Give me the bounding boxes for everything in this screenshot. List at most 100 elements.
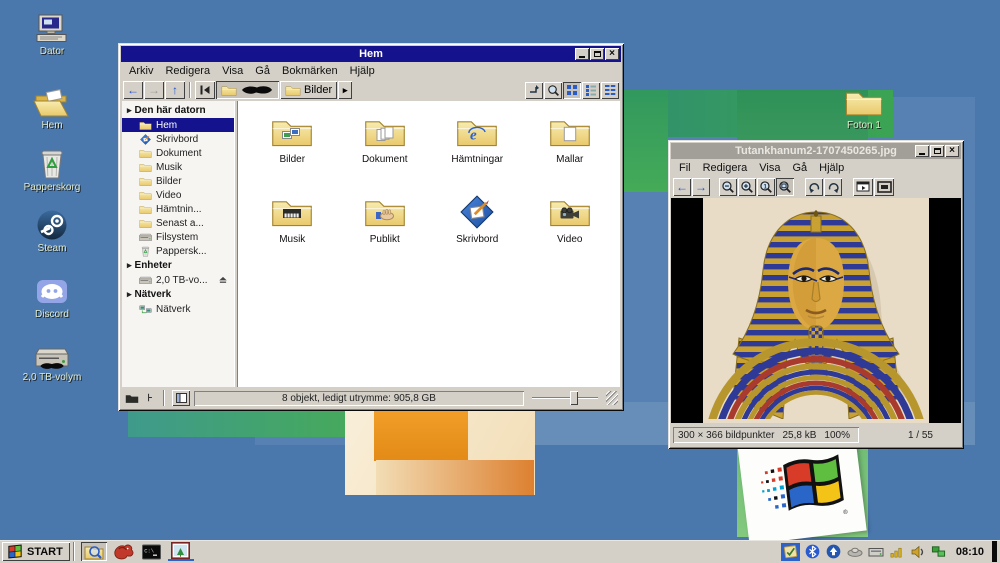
start-button[interactable]: START — [2, 542, 70, 561]
fullscreen-button[interactable] — [874, 178, 894, 196]
taskbar: START 08:10 — [0, 540, 1000, 563]
sidebar-item-filsystem[interactable]: Filsystem — [122, 230, 234, 244]
zoom-fit-button[interactable] — [776, 178, 794, 196]
sidebar-section-enheter[interactable]: ▸ Enheter — [122, 258, 234, 273]
close-button[interactable]: × — [945, 145, 959, 157]
tray-network[interactable] — [931, 544, 947, 560]
sidebar-item-musik[interactable]: Musik — [122, 160, 234, 174]
file-hamtningar[interactable]: e Hämtningar — [431, 113, 524, 193]
desktop-icon-steam[interactable]: Steam — [14, 207, 90, 254]
sidebar-section-natverk[interactable]: ▸ Nätverk — [122, 287, 234, 302]
taskbar-clock[interactable]: 08:10 — [956, 546, 984, 558]
desktop-icon-foton[interactable]: Foton 1 — [826, 84, 902, 131]
compact-view-button[interactable] — [601, 81, 619, 99]
desktop-icon-discord[interactable]: Discord — [14, 273, 90, 320]
slider-handle[interactable] — [570, 391, 578, 405]
menu-fil[interactable]: Fil — [674, 162, 696, 174]
tray-app[interactable] — [847, 544, 863, 560]
file-bilder[interactable]: Bilder — [246, 113, 339, 193]
sidebar-item-volym[interactable]: 2,0 TB-vo... — [122, 273, 234, 287]
rotate-right-button[interactable] — [824, 178, 842, 196]
next-image-button[interactable]: → — [692, 178, 710, 196]
sidebar-item-label: Pappersk... — [156, 245, 207, 257]
minimize-button[interactable] — [915, 145, 929, 157]
slideshow-button[interactable] — [853, 178, 873, 196]
back-button[interactable]: ← — [123, 81, 143, 99]
dirtree-toggle-button[interactable]: ⊦ — [144, 390, 156, 406]
resize-grip[interactable] — [606, 391, 618, 405]
sidebar-section-computer[interactable]: ▸ Den här datorn — [122, 103, 234, 118]
zoom-in-button[interactable] — [738, 178, 756, 196]
task-dragon-app[interactable] — [110, 542, 136, 561]
desktop-icon-papperskorg[interactable]: Papperskorg — [14, 146, 90, 193]
image-viewer-titlebar[interactable]: Tutankhanum2-1707450265.jpg × — [671, 143, 961, 159]
sidebar-item-papperskorg[interactable]: Pappersk... — [122, 244, 234, 258]
file-mallar[interactable]: Mallar — [524, 113, 617, 193]
tray-bluetooth[interactable] — [805, 544, 821, 560]
maximize-button[interactable] — [930, 145, 944, 157]
previous-image-button[interactable]: ← — [673, 178, 691, 196]
fullscreen-icon — [876, 181, 892, 193]
menu-redigera[interactable]: Redigera — [698, 162, 753, 174]
tray-network-signal[interactable] — [889, 544, 905, 560]
image-canvas[interactable] — [671, 198, 961, 423]
show-desktop-button[interactable] — [992, 541, 997, 562]
task-file-manager[interactable] — [80, 542, 107, 561]
menu-hjalp[interactable]: Hjälp — [345, 65, 380, 77]
sidebar-item-video[interactable]: Video — [122, 188, 234, 202]
jump-to-button[interactable] — [525, 81, 543, 99]
file-skrivbord[interactable]: Skrivbord — [431, 193, 524, 273]
file-video[interactable]: Video — [524, 193, 617, 273]
sidebar-item-skrivbord[interactable]: Skrivbord — [122, 132, 234, 146]
menu-hjalp[interactable]: Hjälp — [814, 162, 849, 174]
sidebar-item-bilder[interactable]: Bilder — [122, 174, 234, 188]
forward-icon: → — [148, 83, 160, 97]
tray-device[interactable] — [868, 544, 884, 560]
task-terminal[interactable] — [139, 542, 165, 561]
forward-button[interactable]: → — [144, 81, 164, 99]
eject-icon[interactable] — [218, 276, 228, 284]
zoom-out-button[interactable] — [719, 178, 737, 196]
menu-visa[interactable]: Visa — [754, 162, 785, 174]
menu-bokmarken[interactable]: Bokmärken — [277, 65, 343, 77]
pin-path-button[interactable] — [195, 81, 215, 99]
file-dokument[interactable]: Dokument — [339, 113, 432, 193]
sidebar-item-senast[interactable]: Senast a... — [122, 216, 234, 230]
up-button[interactable]: ↑ — [165, 81, 185, 99]
file-manager-titlebar[interactable]: Hem × — [121, 46, 621, 62]
tray-notes[interactable] — [780, 542, 800, 561]
sidebar-item-natverk[interactable]: Nätverk — [122, 302, 234, 316]
tray-volume[interactable] — [910, 544, 926, 560]
file-publikt[interactable]: Publikt — [339, 193, 432, 273]
desktop-icon-hem[interactable]: Hem — [14, 84, 90, 131]
file-musik[interactable]: Musik — [246, 193, 339, 273]
sidebar-item-dokument[interactable]: Dokument — [122, 146, 234, 160]
list-view-button[interactable] — [582, 81, 600, 99]
menu-visa[interactable]: Visa — [217, 65, 248, 77]
menu-ga[interactable]: Gå — [250, 65, 275, 77]
slider-track[interactable] — [532, 397, 598, 399]
find-files-button[interactable] — [544, 81, 562, 99]
task-image-viewer[interactable] — [167, 542, 194, 561]
close-button[interactable]: × — [605, 48, 619, 60]
desktop-icon-volym[interactable]: 2,0 TB-volym — [14, 336, 90, 383]
sidebar-item-hamtningar[interactable]: Hämtnin... — [122, 202, 234, 216]
rotate-left-button[interactable] — [805, 178, 823, 196]
places-toggle-button[interactable] — [124, 390, 140, 406]
side-pane-button[interactable] — [172, 390, 190, 406]
menu-arkiv[interactable]: Arkiv — [124, 65, 158, 77]
path-bilder-button[interactable]: Bilder — [280, 81, 338, 99]
desktop-icon-dator[interactable]: Dator — [14, 10, 90, 57]
maximize-button[interactable] — [590, 48, 604, 60]
zoom-original-button[interactable]: 1 — [757, 178, 775, 196]
menu-ga[interactable]: Gå — [787, 162, 812, 174]
sidebar-item-label: Senast a... — [156, 217, 204, 229]
menu-redigera[interactable]: Redigera — [160, 65, 215, 77]
path-more-button[interactable]: ▸ — [338, 81, 353, 99]
sidebar-item-hem[interactable]: Hem — [122, 118, 234, 132]
tray-updater[interactable] — [826, 544, 842, 560]
minimize-button[interactable] — [575, 48, 589, 60]
path-home-button[interactable] — [216, 81, 279, 99]
zoom-slider[interactable] — [532, 390, 598, 406]
icon-view-button[interactable] — [563, 81, 581, 99]
